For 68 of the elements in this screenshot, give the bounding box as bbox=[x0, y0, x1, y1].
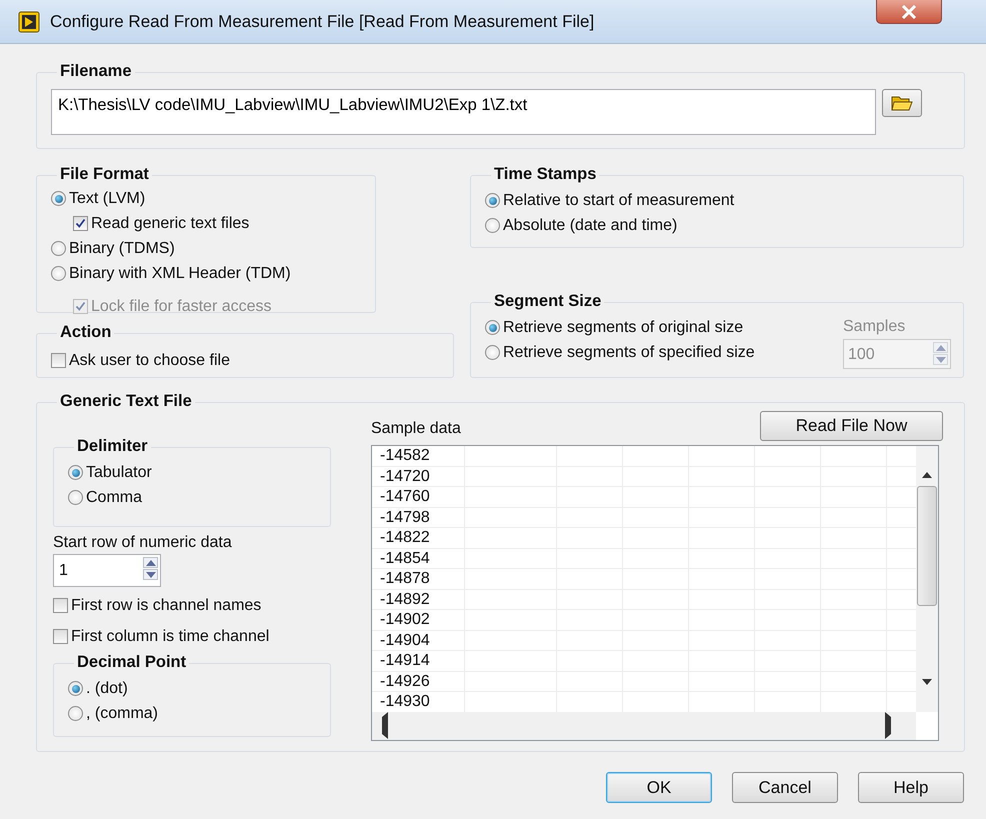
checkbox-label: First column is time channel bbox=[71, 626, 270, 646]
window-title: Configure Read From Measurement File [Read From Measurement File] bbox=[50, 10, 594, 33]
checkbox-label: Read generic text files bbox=[91, 214, 250, 234]
radio-label: . (dot) bbox=[86, 678, 128, 698]
table-cell: -14878 bbox=[372, 569, 465, 588]
read-file-button[interactable]: Read File Now bbox=[760, 411, 943, 441]
dialog-button[interactable]: Cancel bbox=[732, 772, 838, 803]
radio-label: Tabulator bbox=[86, 462, 152, 482]
horizontal-scrollbar[interactable] bbox=[372, 712, 916, 740]
table-cell: -14760 bbox=[372, 487, 465, 506]
checkbox[interactable] bbox=[53, 629, 68, 644]
radio-label: Retrieve segments of specified size bbox=[503, 342, 755, 362]
radio-button[interactable] bbox=[68, 681, 83, 696]
dialog-button[interactable]: Help bbox=[858, 772, 964, 803]
checkbox-label: First row is channel names bbox=[71, 596, 262, 616]
radio-label: Binary with XML Header (TDM) bbox=[69, 264, 291, 284]
radio-button[interactable] bbox=[68, 465, 83, 480]
table-cell: -14798 bbox=[372, 508, 465, 527]
checkbox[interactable] bbox=[53, 598, 68, 613]
table-cell: -14914 bbox=[372, 651, 465, 670]
scroll-thumb[interactable] bbox=[917, 486, 937, 606]
checkbox-label: Lock file for faster access bbox=[91, 296, 272, 316]
radio-label: Retrieve segments of original size bbox=[503, 318, 744, 338]
dialog-button[interactable]: OK bbox=[606, 772, 712, 803]
radio-label: Comma bbox=[86, 488, 142, 508]
radio-button[interactable] bbox=[485, 345, 500, 360]
close-icon bbox=[901, 4, 917, 18]
checkbox[interactable] bbox=[73, 216, 88, 231]
spin-down-button[interactable] bbox=[143, 569, 158, 580]
start-row-field[interactable]: 1 bbox=[53, 554, 161, 587]
table-label: Sample data bbox=[371, 419, 461, 439]
field-value: 1 bbox=[58, 561, 69, 581]
scroll-right-arrow-icon[interactable] bbox=[885, 714, 891, 738]
table-cell: -14904 bbox=[372, 630, 465, 650]
field-label: Samples bbox=[843, 317, 906, 337]
folder-icon bbox=[891, 95, 913, 111]
close-button[interactable] bbox=[876, 0, 942, 24]
radio-label: Binary (TDMS) bbox=[69, 238, 175, 258]
checkbox-label: Ask user to choose file bbox=[69, 350, 230, 370]
browse-button[interactable] bbox=[882, 89, 922, 117]
path-field[interactable]: K:\Thesis\LV code\IMU_Labview\IMU_Labview\IMU2\Exp 1\Z.txt bbox=[51, 89, 876, 135]
radio-button[interactable] bbox=[68, 490, 83, 505]
radio-label: Absolute (date and time) bbox=[503, 216, 678, 236]
radio-label: Text (LVM) bbox=[69, 188, 146, 208]
radio-button[interactable] bbox=[51, 241, 66, 256]
scroll-left-arrow-icon[interactable] bbox=[382, 714, 388, 738]
radio-button[interactable] bbox=[485, 320, 500, 335]
radio-button[interactable] bbox=[51, 266, 66, 281]
app-icon bbox=[18, 10, 40, 32]
table-cell: -14926 bbox=[372, 672, 465, 691]
table-cell: -14720 bbox=[372, 466, 465, 486]
radio-button[interactable] bbox=[485, 193, 500, 208]
field-value: 100 bbox=[847, 345, 876, 365]
table-cell: -14582 bbox=[372, 446, 465, 466]
radio-label: , (comma) bbox=[86, 704, 158, 724]
group-label: Segment Size bbox=[491, 291, 604, 311]
vertical-scrollbar[interactable] bbox=[916, 446, 938, 712]
radio-button[interactable] bbox=[51, 191, 66, 206]
group-label: Time Stamps bbox=[491, 164, 600, 184]
table-cell: -14902 bbox=[372, 610, 465, 630]
field-label: Start row of numeric data bbox=[53, 533, 233, 553]
table-cell: -14892 bbox=[372, 590, 465, 609]
checkbox[interactable] bbox=[51, 353, 66, 368]
table-cell: -14854 bbox=[372, 548, 465, 568]
table-cell: -14822 bbox=[372, 528, 465, 548]
radio-label: Relative to start of measurement bbox=[503, 190, 734, 210]
radio-button[interactable] bbox=[68, 706, 83, 721]
radio-button[interactable] bbox=[485, 218, 500, 233]
